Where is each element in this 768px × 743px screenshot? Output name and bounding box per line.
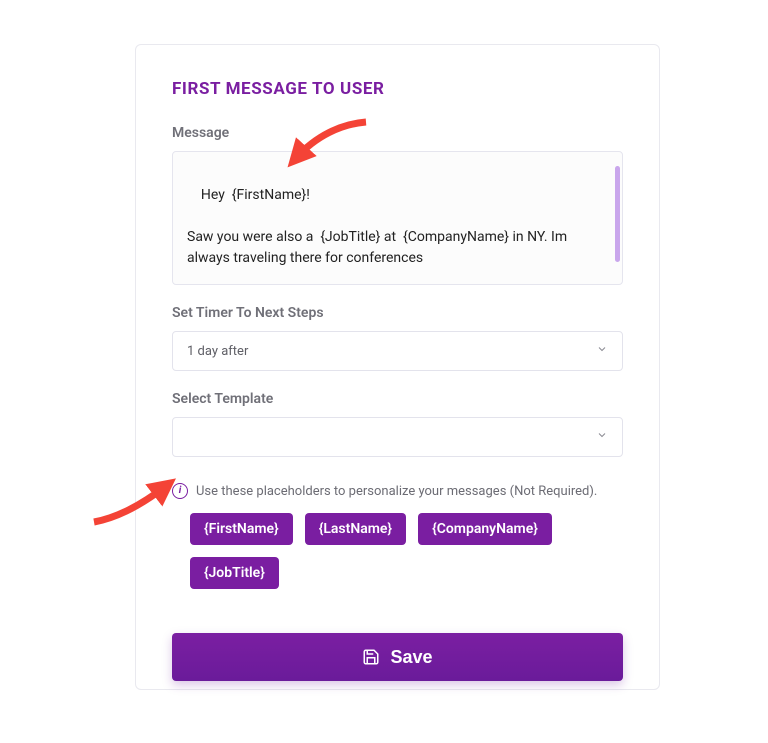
placeholder-chip-companyname[interactable]: {CompanyName} [418,513,552,545]
placeholder-chip-jobtitle[interactable]: {JobTitle} [190,557,279,589]
placeholder-chip-lastname[interactable]: {LastName} [305,513,406,545]
message-label: Message [172,125,623,141]
template-select[interactable] [172,417,623,457]
hint-text: Use these placeholders to personalize yo… [196,484,597,499]
chevron-down-icon [596,343,608,359]
timer-value: 1 day after [187,344,248,359]
message-scrollbar[interactable] [615,166,620,262]
first-message-card: FIRST MESSAGE TO USER Message Hey {First… [135,44,660,690]
placeholder-chip-row: {FirstName} {LastName} {CompanyName} {Jo… [172,513,623,589]
placeholder-hint: i Use these placeholders to personalize … [172,483,623,499]
timer-select[interactable]: 1 day after [172,331,623,371]
template-label: Select Template [172,391,623,407]
placeholder-chip-firstname[interactable]: {FirstName} [190,513,293,545]
info-icon: i [172,483,188,499]
save-button[interactable]: Save [172,633,623,681]
timer-label: Set Timer To Next Steps [172,305,623,321]
section-title: FIRST MESSAGE TO USER [172,79,623,99]
message-text: Hey {FirstName}! Saw you were also a {Jo… [187,187,571,285]
message-textarea[interactable]: Hey {FirstName}! Saw you were also a {Jo… [172,151,623,285]
save-label: Save [390,647,432,668]
chevron-down-icon [596,429,608,445]
save-icon [362,648,380,666]
